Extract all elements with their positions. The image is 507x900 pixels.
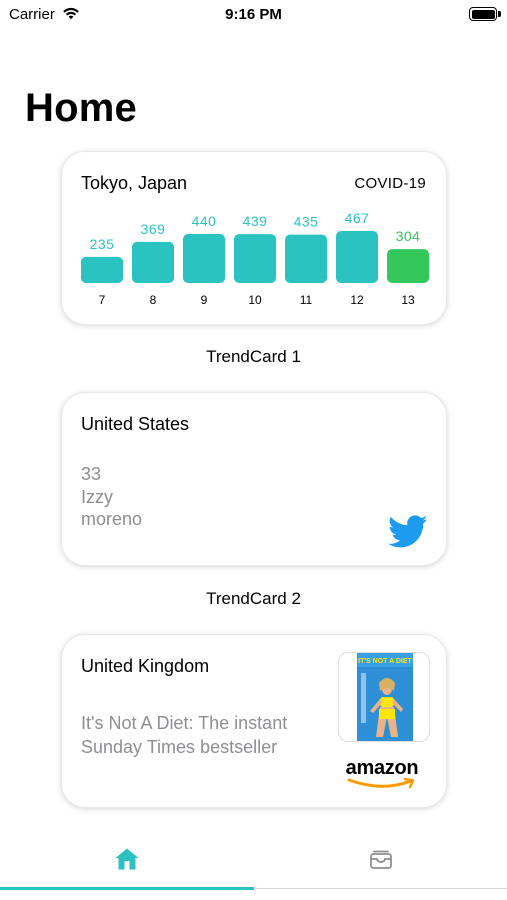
tab-divider	[254, 888, 507, 889]
tab-home[interactable]	[0, 830, 253, 888]
covid-bar-chart: 235 7 369 8 440 9 439 10 435 11 467 12 304 13	[81, 210, 429, 307]
twitter-trend-card[interactable]: United States 33 Izzy moreno	[61, 392, 447, 566]
house-icon	[115, 848, 138, 870]
trend-line: moreno	[81, 509, 143, 529]
trend-line: 33	[81, 464, 102, 484]
trend-text: 33 Izzy moreno	[81, 463, 142, 531]
bar-10	[234, 234, 276, 283]
amazon-logo: amazon	[345, 757, 419, 779]
bar-value-label: 304	[396, 228, 421, 244]
x-tick-label: 12	[350, 293, 364, 307]
amazon-smile-icon	[347, 778, 415, 789]
bar-value-label: 440	[192, 213, 217, 229]
tab-wallet[interactable]	[254, 830, 507, 888]
selected-tab-indicator	[0, 887, 254, 890]
bar-value-label: 235	[90, 236, 115, 252]
trendcard-1-caption: TrendCard 1	[206, 347, 301, 366]
card-location: United Kingdom	[81, 656, 210, 676]
bar-11	[285, 234, 327, 283]
bar-13	[387, 249, 429, 283]
bar-value-label: 439	[243, 213, 268, 229]
clock: 9:16 PM	[225, 6, 282, 23]
x-tick-label: 7	[99, 293, 106, 307]
x-tick-label: 9	[201, 293, 208, 307]
trendcard-2-caption: TrendCard 2	[206, 589, 301, 608]
bar-8	[132, 241, 174, 283]
book-title: It's Not A Diet: The instant Sunday Time…	[81, 713, 288, 757]
status-bar: Carrier 9:16 PM	[0, 0, 507, 30]
bar-9	[183, 234, 225, 283]
x-tick-label: 13	[401, 293, 415, 307]
book-cover-image: IT'S NOT A DIET	[338, 652, 430, 742]
bar-7	[81, 256, 123, 283]
trend-line: Izzy	[81, 486, 114, 507]
bar-value-label: 435	[294, 214, 319, 230]
covid-trend-card[interactable]: Tokyo, Japan COVID-19 235 7 369 8 440 9 439 10 4…	[61, 151, 447, 325]
bar-12	[336, 231, 378, 283]
amazon-trend-card[interactable]: United Kingdom It's Not A Diet: The inst…	[61, 634, 447, 808]
card-location: United States	[81, 414, 190, 434]
wallet-icon	[369, 850, 392, 869]
x-tick-label: 10	[248, 293, 262, 307]
x-tick-label: 11	[300, 293, 313, 307]
bar-value-label: 369	[141, 221, 166, 237]
tab-bar	[0, 830, 507, 900]
twitter-bird-icon	[388, 515, 428, 548]
page-title: Home	[25, 86, 137, 130]
bar-value-label: 467	[345, 210, 370, 226]
battery-icon	[469, 7, 501, 21]
cover-title: IT'S NOT A DIET	[358, 658, 412, 665]
x-tick-label: 8	[150, 293, 157, 307]
